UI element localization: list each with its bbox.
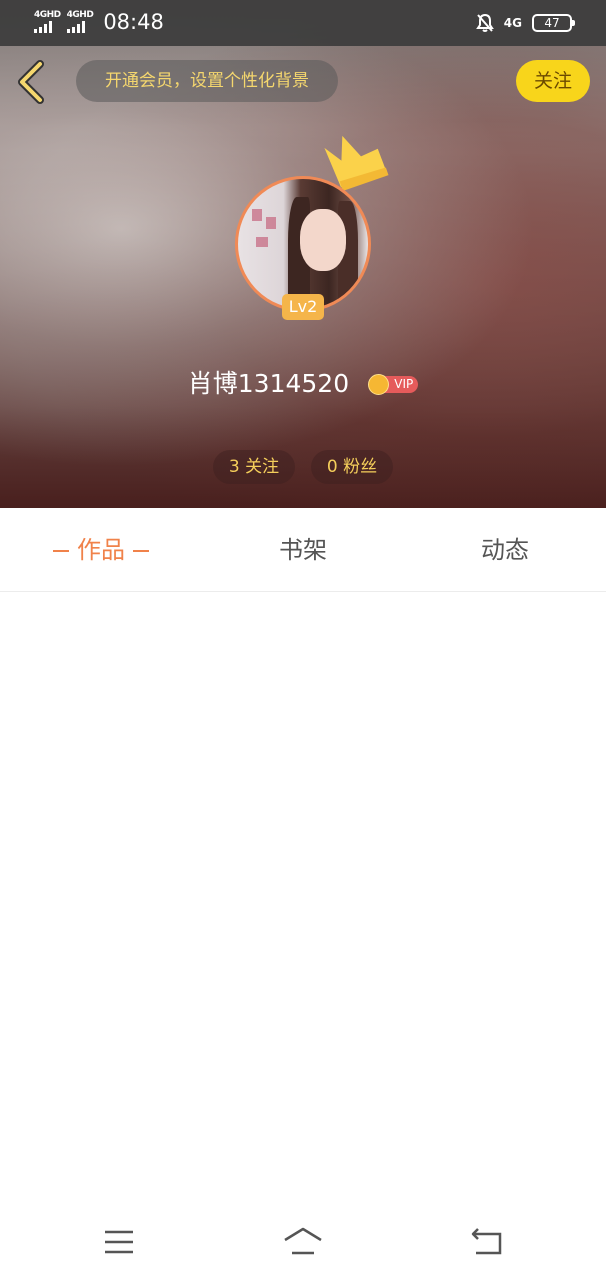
username: 肖博1314520 (187, 369, 350, 398)
avatar-photo-detail (300, 209, 346, 271)
sim2-signal: 4GHD (66, 10, 94, 33)
return-button[interactable] (468, 1226, 508, 1258)
network-type: 4G (503, 16, 522, 30)
sim2-label: 4GHD (66, 10, 94, 20)
battery-icon: 47 (532, 14, 575, 32)
menu-icon (105, 1230, 133, 1254)
avatar-photo-detail (252, 209, 262, 221)
profile-tabs: 作品 书架 动态 (0, 508, 606, 592)
sim1-signal: 4GHD (34, 11, 61, 33)
tab-feed[interactable]: 动态 (404, 508, 606, 592)
sim1-label: 4GHD (34, 10, 61, 20)
tab-content-area (0, 592, 606, 1204)
tab-works[interactable]: 作品 (0, 508, 202, 592)
bell-muted-icon (475, 13, 494, 32)
follow-button[interactable]: 关注 (516, 60, 590, 102)
vip-badge[interactable]: VIP (368, 374, 419, 395)
signal-bars-icon (66, 21, 85, 33)
avatar-photo-detail (256, 237, 268, 247)
tab-indicator-left (53, 550, 69, 552)
back-button[interactable] (14, 58, 50, 106)
status-right: 4G 47 (475, 13, 575, 33)
following-count[interactable]: 3 关注 (213, 450, 295, 484)
name-row: 肖博1314520 VIP (0, 364, 606, 404)
status-left: 4GHD 4GHD 08:48 (34, 10, 164, 34)
return-icon (471, 1228, 502, 1255)
level-badge: Lv2 (282, 294, 324, 320)
chevron-left-icon (18, 60, 44, 104)
home-icon (284, 1227, 322, 1255)
menu-button[interactable] (100, 1226, 140, 1258)
battery-level: 47 (544, 16, 560, 30)
avatar-photo-detail (266, 217, 276, 229)
status-bar: 4GHD 4GHD 08:48 4G 47 (0, 0, 606, 46)
vip-background-promo[interactable]: 开通会员，设置个性化背景 (76, 60, 338, 102)
fans-count[interactable]: 0 粉丝 (311, 450, 393, 484)
home-button[interactable] (283, 1226, 323, 1258)
tab-shelf[interactable]: 书架 (202, 508, 404, 592)
clock: 08:48 (103, 10, 164, 34)
system-nav-bar (0, 1204, 606, 1280)
avatar[interactable] (235, 176, 371, 312)
tab-indicator-right (133, 550, 149, 552)
signal-bars-icon (34, 21, 52, 33)
tab-works-label: 作品 (77, 536, 125, 564)
